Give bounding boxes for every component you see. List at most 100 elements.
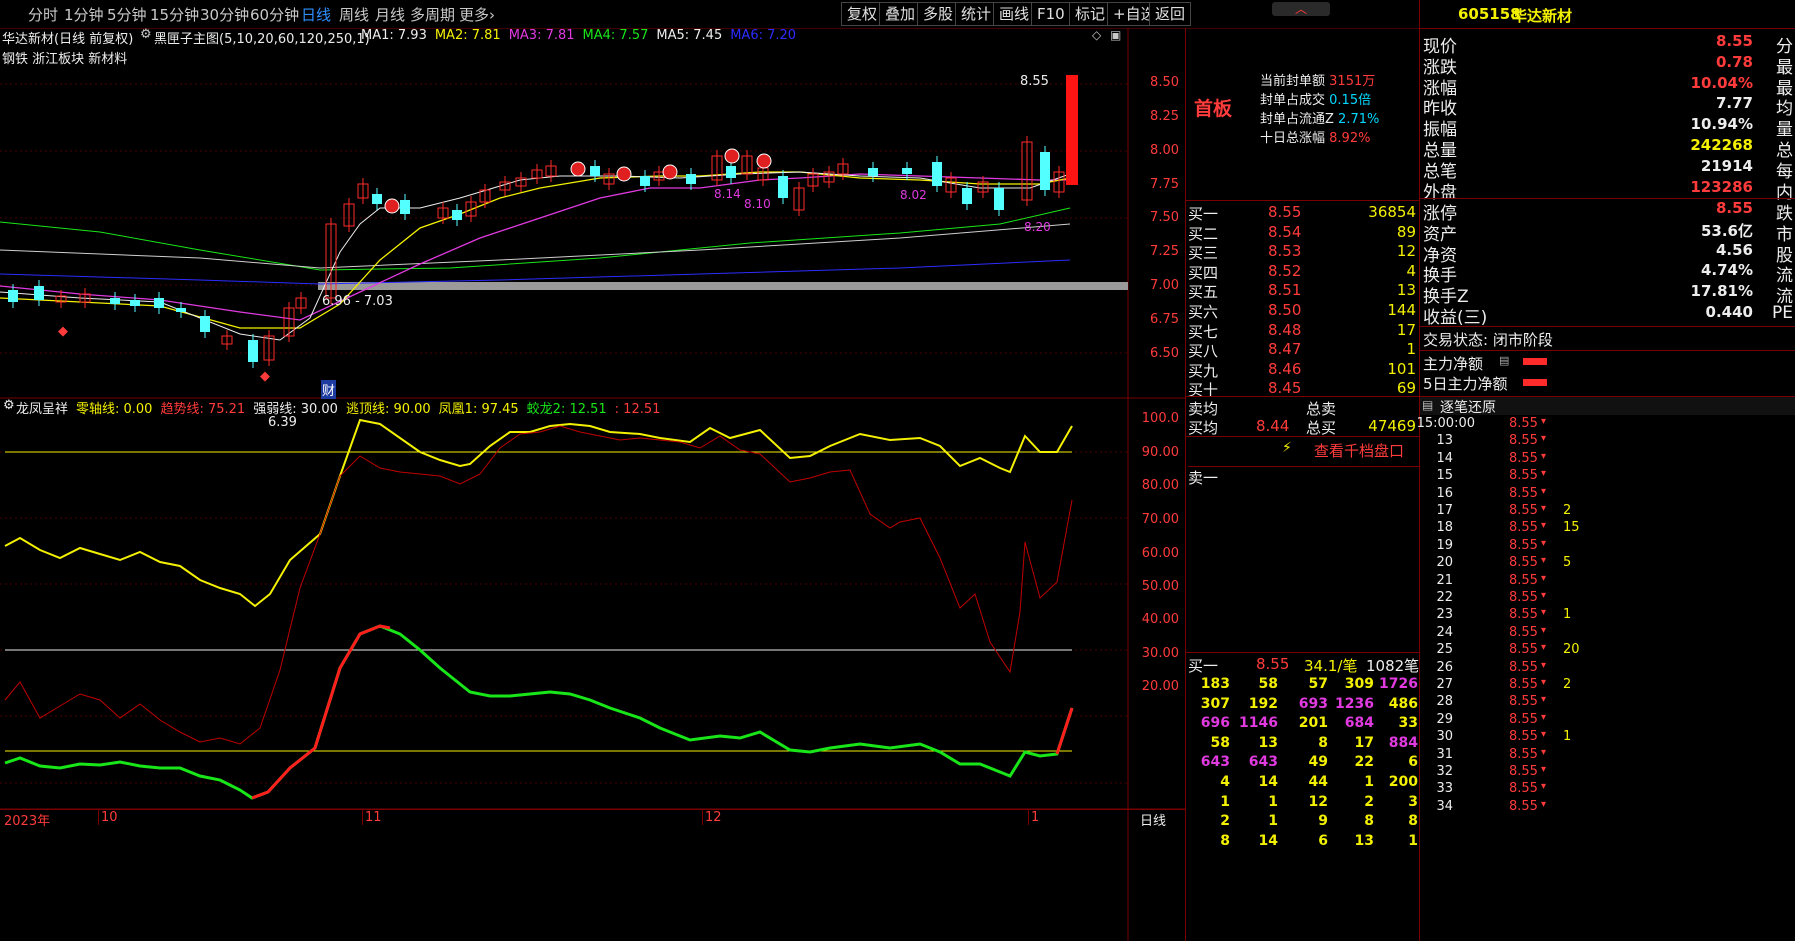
queue-order-cell: 8 bbox=[1408, 813, 1418, 830]
queue-order-cell: 22 bbox=[1354, 754, 1374, 771]
main-net-5d-bar bbox=[1523, 379, 1547, 386]
sub-indicator-name[interactable]: 龙凤呈祥 bbox=[16, 398, 68, 417]
buy-level-row[interactable]: 买九 8.46 101 bbox=[1188, 360, 1416, 381]
sub-legend-item: 强弱线: 30.00 bbox=[253, 402, 338, 417]
queue-order-cell: 1146 bbox=[1239, 715, 1278, 732]
overlay-button[interactable]: 叠加 bbox=[879, 2, 922, 26]
buy-level-row[interactable]: 买三 8.53 12 bbox=[1188, 242, 1416, 263]
kline-chart bbox=[0, 28, 1185, 941]
quote-block-2: 涨停 8.55 跌资产 53.6亿市净资 4.56 股换手 4.74% 流换手Z 17.81% 流… bbox=[1420, 198, 1795, 328]
buy-level-row[interactable]: 买七 8.48 17 bbox=[1188, 321, 1416, 342]
ma-legend-item: MA5: 7.45 bbox=[656, 28, 723, 43]
period-multi[interactable]: 多周期 bbox=[410, 4, 455, 25]
period-5min[interactable]: 5分钟 bbox=[107, 4, 147, 25]
chevron-up-icon[interactable]: ︿ bbox=[1272, 2, 1330, 16]
indicator-settings-icon[interactable]: ⚙ bbox=[140, 27, 152, 42]
ticks-header: ▤ 逐笔还原 bbox=[1420, 396, 1795, 416]
y-tick: 7.25 bbox=[1150, 244, 1179, 259]
level-price: 8.45 bbox=[1268, 379, 1302, 398]
buy1-summary: 买一 8.55 34.1/笔 1082笔 bbox=[1186, 652, 1420, 675]
period-monthly[interactable]: 月线 bbox=[375, 4, 405, 25]
y-tick: 100.0 bbox=[1141, 411, 1179, 426]
level-price: 8.52 bbox=[1268, 261, 1302, 280]
menu-icon[interactable]: ▤ bbox=[1422, 398, 1433, 412]
seal-info: 当前封单额 3151万 封单占成交 0.15倍 封单占流通Z 2.71% 十日总… bbox=[1260, 74, 1380, 146]
period-60min[interactable]: 60分钟 bbox=[250, 4, 299, 25]
info-icon[interactable]: ▤ bbox=[1499, 354, 1509, 367]
diamond-icon[interactable]: ◇ bbox=[1092, 28, 1101, 42]
back-button[interactable]: 返回 bbox=[1149, 2, 1192, 26]
x-axis: 2023年 10 11 12 1 日线 bbox=[0, 809, 1185, 829]
queue-order-cell: 13 bbox=[1258, 734, 1278, 751]
queue-order-cell: 696 bbox=[1200, 715, 1230, 732]
window-icon[interactable]: ▣ bbox=[1110, 28, 1121, 42]
y-tick: 8.00 bbox=[1150, 143, 1179, 158]
y-tick: 70.00 bbox=[1141, 512, 1179, 527]
mark-button[interactable]: 标记 bbox=[1069, 2, 1112, 26]
buy-level-row[interactable]: 买二 8.54 89 bbox=[1188, 223, 1416, 244]
queue-order-cell: 6 bbox=[1318, 832, 1328, 849]
diamond-icon: ◆ bbox=[58, 324, 68, 339]
f10-button[interactable]: F10 bbox=[1031, 2, 1071, 26]
queue-order-cell: 2 bbox=[1364, 793, 1374, 810]
view-depth-link[interactable]: 查看千档盘口 bbox=[1314, 440, 1404, 461]
draw-line-button[interactable]: 画线 bbox=[993, 2, 1036, 26]
sub-legend: 零轴线: 0.00 趋势线: 75.21 强弱线: 30.00 逃顶线: 90.00 凤… bbox=[76, 398, 668, 417]
level-volume: 101 bbox=[1387, 359, 1416, 378]
restore-rights-button[interactable]: 复权 bbox=[841, 2, 884, 26]
x-tick: 1 bbox=[1028, 810, 1039, 825]
period-weekly[interactable]: 周线 bbox=[339, 4, 369, 25]
buy-level-row[interactable]: 买五 8.51 13 bbox=[1188, 281, 1416, 302]
signal-ball-icon bbox=[616, 166, 632, 182]
y-tick: 6.50 bbox=[1150, 346, 1179, 361]
sub-settings-icon[interactable]: ⚙ bbox=[3, 398, 15, 413]
queue-order-cell: 12 bbox=[1308, 793, 1328, 810]
queue-order-cell: 17 bbox=[1354, 734, 1374, 751]
signal-label: 8.02 bbox=[900, 188, 927, 202]
queue-order-cell: 58 bbox=[1210, 734, 1230, 751]
high-price-label: 8.55 bbox=[1020, 74, 1049, 89]
buy-level-row[interactable]: 买四 8.52 4 bbox=[1188, 262, 1416, 283]
level-volume: 144 bbox=[1387, 301, 1416, 319]
y-tick: 40.00 bbox=[1141, 612, 1179, 627]
quote-row: 收益(三) 0.440 PE bbox=[1423, 303, 1793, 328]
finance-marker[interactable]: 财 bbox=[321, 380, 337, 399]
queue-order-cell: 1726 bbox=[1379, 676, 1418, 692]
ma-legend-item: MA2: 7.81 bbox=[434, 28, 501, 43]
level-volume: 17 bbox=[1396, 320, 1416, 339]
y-tick: 30.00 bbox=[1141, 646, 1179, 661]
level-price: 8.50 bbox=[1268, 301, 1302, 319]
period-15min[interactable]: 15分钟 bbox=[150, 4, 199, 25]
period-indicator: 日线 bbox=[1140, 814, 1167, 829]
y-tick: 7.50 bbox=[1150, 210, 1179, 225]
y-tick: 20.00 bbox=[1141, 679, 1179, 694]
low-price-label: 6.39 bbox=[268, 415, 297, 430]
statistics-button[interactable]: 统计 bbox=[955, 2, 998, 26]
x-tick: 11 bbox=[362, 810, 382, 825]
multi-stock-button[interactable]: 多股 bbox=[917, 2, 960, 26]
avg-summary: 卖均 总卖 买均 8.44 总买 47469 bbox=[1186, 396, 1420, 437]
x-tick: 10 bbox=[98, 810, 118, 825]
period-1min[interactable]: 1分钟 bbox=[64, 4, 104, 25]
period-daily[interactable]: 日线 bbox=[301, 4, 331, 25]
level-volume: 36854 bbox=[1368, 203, 1416, 221]
queue-order-cell: 1236 bbox=[1335, 695, 1374, 712]
level-volume: 13 bbox=[1396, 281, 1416, 300]
buy-level-row[interactable]: 买八 8.47 1 bbox=[1188, 340, 1416, 361]
main-capital: 主力净额 ▤ 5日主力净额 bbox=[1420, 350, 1795, 393]
trade-status: 交易状态: 闭市阶段 bbox=[1420, 326, 1795, 349]
signal-ball-icon bbox=[570, 161, 586, 177]
level-volume: 4 bbox=[1406, 261, 1416, 280]
sub-legend-item: 蛟龙2: 12.51 bbox=[526, 402, 607, 417]
indicator-name[interactable]: 黑匣子主图(5,10,20,60,120,250,1) bbox=[154, 28, 370, 47]
buy-level-row[interactable]: 买一 8.55 36854 bbox=[1188, 203, 1416, 224]
period-more[interactable]: 更多› bbox=[459, 4, 495, 25]
period-30min[interactable]: 30分钟 bbox=[200, 4, 249, 25]
main-net-bar bbox=[1523, 358, 1547, 365]
queue-order-cell: 1 bbox=[1268, 793, 1278, 810]
level-name: 买四 bbox=[1188, 263, 1219, 282]
period-fenshi[interactable]: 分时 bbox=[28, 4, 58, 25]
queue-order-cell: 183 bbox=[1200, 676, 1230, 692]
buy-level-row[interactable]: 买六 8.50 144 bbox=[1188, 301, 1416, 322]
ma-legend-item: MA3: 7.81 bbox=[508, 28, 575, 43]
